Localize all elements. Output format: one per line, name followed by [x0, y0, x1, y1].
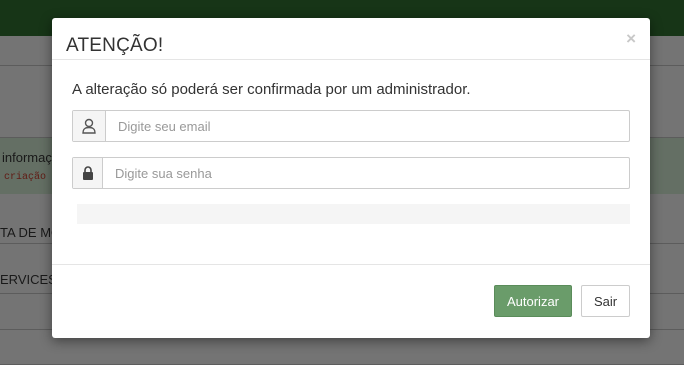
authorize-button[interactable]: Autorizar — [494, 285, 572, 317]
feedback-area — [77, 204, 630, 224]
user-icon — [73, 111, 106, 141]
password-field[interactable] — [104, 158, 629, 188]
exit-button[interactable]: Sair — [581, 285, 630, 317]
close-icon[interactable]: × — [626, 30, 636, 47]
email-field[interactable] — [107, 111, 629, 141]
authorization-modal: ATENÇÃO! × A alteração só poderá ser con… — [52, 18, 650, 338]
lock-icon — [73, 158, 103, 188]
modal-title: ATENÇÃO! — [66, 35, 164, 56]
email-input-group — [72, 110, 630, 142]
password-input-group — [72, 157, 630, 189]
modal-message: A alteração só poderá ser confirmada por… — [72, 81, 471, 98]
modal-header: ATENÇÃO! × — [52, 18, 650, 60]
modal-footer-divider — [52, 264, 650, 265]
